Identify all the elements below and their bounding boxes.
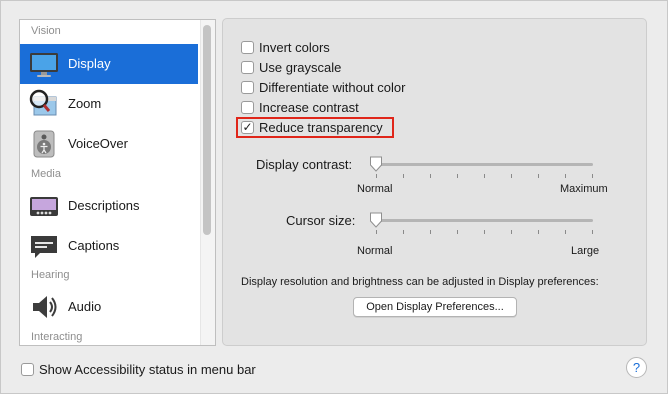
captions-icon bbox=[31, 236, 57, 258]
highlight-annotation bbox=[236, 117, 394, 138]
display-contrast-label: Display contrast: bbox=[256, 157, 353, 172]
invert-colors-option[interactable]: Invert colors bbox=[241, 38, 330, 56]
option-label: Invert colors bbox=[259, 39, 330, 55]
display-contrast-min-label: Normal bbox=[357, 183, 393, 195]
differentiate-without-color-option[interactable]: Differentiate without color bbox=[241, 78, 405, 96]
section-header-vision: Vision bbox=[31, 25, 61, 37]
sidebar-item-captions[interactable]: Captions bbox=[20, 226, 198, 266]
category-sidebar: Vision Display Zoom VoiceOver Media Desc… bbox=[19, 19, 216, 346]
display-info-text: Display resolution and brightness can be… bbox=[241, 276, 599, 288]
display-icon bbox=[30, 53, 58, 77]
cursor-size-min-label: Normal bbox=[357, 245, 393, 257]
show-status-option[interactable]: Show Accessibility status in menu bar bbox=[21, 360, 256, 378]
option-label: Increase contrast bbox=[259, 99, 359, 115]
sidebar-item-descriptions[interactable]: Descriptions bbox=[20, 186, 198, 226]
sidebar-item-label: Audio bbox=[68, 299, 102, 314]
display-contrast-slider-thumb[interactable] bbox=[369, 156, 383, 172]
sidebar-item-audio[interactable]: Audio bbox=[20, 287, 198, 327]
display-contrast-slider-track[interactable] bbox=[375, 163, 593, 166]
option-label: Differentiate without color bbox=[259, 79, 406, 95]
cursor-size-slider-thumb[interactable] bbox=[369, 212, 383, 228]
sidebar-item-label: Zoom bbox=[68, 96, 102, 111]
use-grayscale-checkbox[interactable] bbox=[241, 60, 254, 74]
increase-contrast-checkbox[interactable] bbox=[241, 100, 254, 114]
help-button[interactable]: ? bbox=[626, 357, 647, 378]
increase-contrast-option[interactable]: Increase contrast bbox=[241, 98, 359, 116]
sidebar-item-label: Display bbox=[68, 56, 111, 71]
section-header-hearing: Hearing bbox=[31, 269, 70, 281]
section-header-media: Media bbox=[31, 168, 61, 180]
differentiate-without-color-checkbox[interactable] bbox=[241, 80, 254, 94]
sidebar-item-display[interactable]: Display bbox=[20, 44, 198, 84]
sidebar-item-label: Descriptions bbox=[68, 198, 140, 213]
section-header-interacting: Interacting bbox=[31, 331, 83, 343]
cursor-size-max-label: Large bbox=[571, 245, 600, 257]
sidebar-item-label: Captions bbox=[68, 238, 120, 253]
cursor-size-slider-track[interactable] bbox=[375, 219, 593, 222]
sidebar-scroll-thumb[interactable] bbox=[203, 25, 211, 235]
voiceover-icon bbox=[33, 130, 55, 158]
cursor-size-label: Cursor size: bbox=[286, 213, 356, 228]
display-contrast-max-label: Maximum bbox=[560, 183, 608, 195]
zoom-icon bbox=[29, 89, 57, 116]
sidebar-item-zoom[interactable]: Zoom bbox=[20, 84, 198, 124]
show-status-label: Show Accessibility status in menu bar bbox=[39, 361, 256, 377]
sidebar-item-label: VoiceOver bbox=[68, 136, 128, 151]
audio-icon bbox=[33, 296, 57, 318]
descriptions-icon bbox=[30, 197, 58, 216]
invert-colors-checkbox[interactable] bbox=[241, 40, 254, 54]
open-display-preferences-button[interactable]: Open Display Preferences... bbox=[353, 297, 517, 317]
option-label: Use grayscale bbox=[259, 59, 342, 75]
use-grayscale-option[interactable]: Use grayscale bbox=[241, 58, 341, 76]
sidebar-item-voiceover[interactable]: VoiceOver bbox=[20, 124, 198, 164]
show-status-checkbox[interactable] bbox=[21, 362, 34, 376]
